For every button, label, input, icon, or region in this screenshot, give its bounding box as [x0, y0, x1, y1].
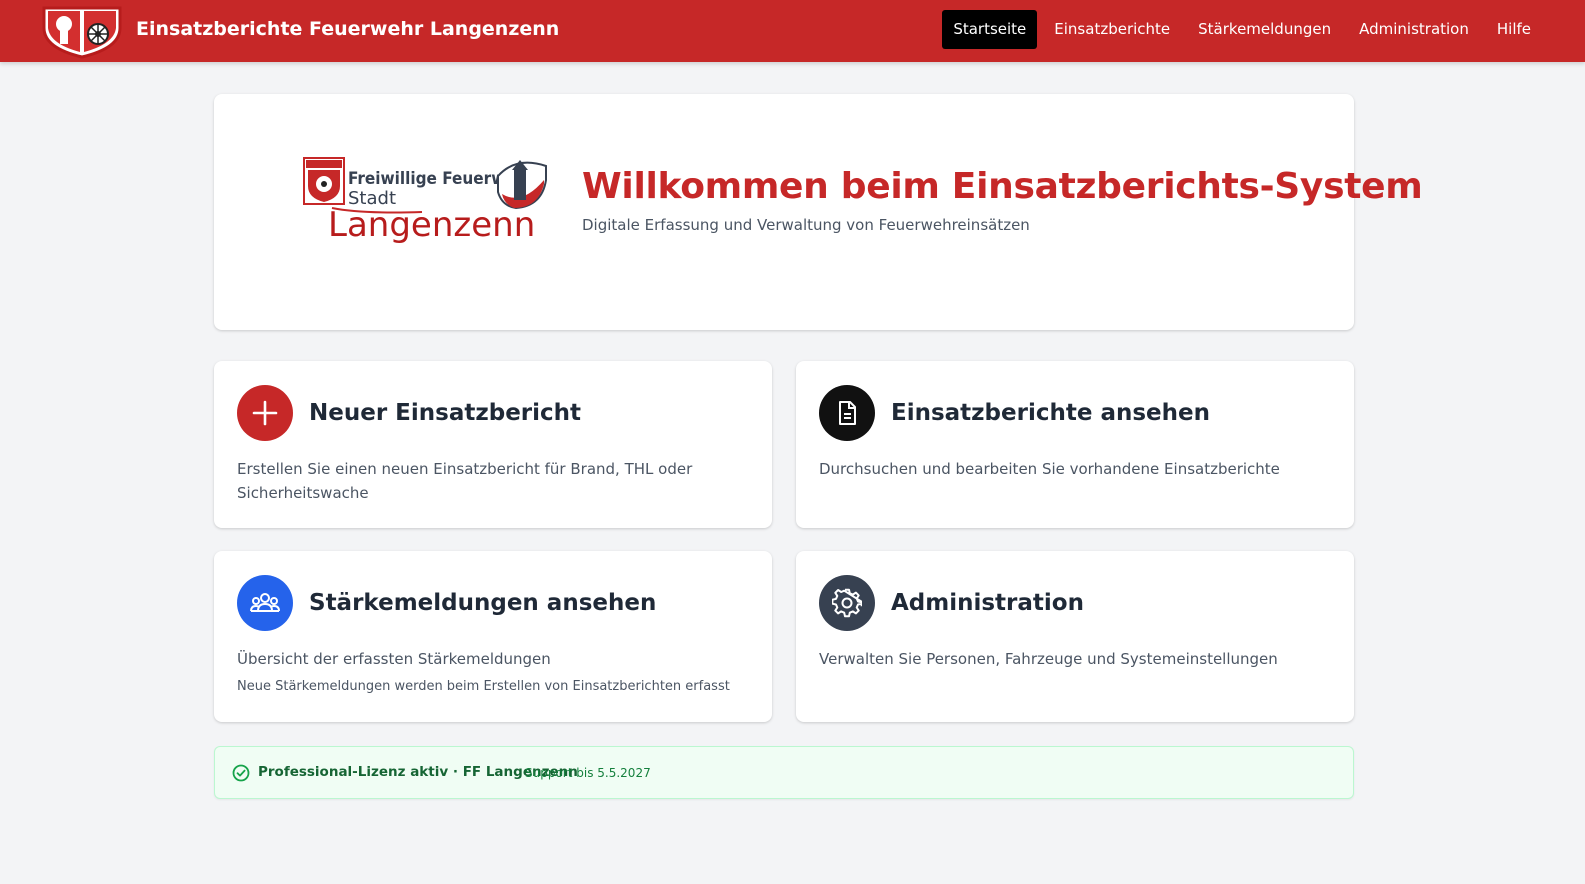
fire-department-logo: Freiwillige Feuerwehr Stadt Langenzenn [303, 157, 547, 245]
nav-staerkemeldungen[interactable]: Stärkemeldungen [1184, 10, 1345, 49]
tile-description: Verwalten Sie Personen, Fahrzeuge und Sy… [819, 650, 1278, 668]
license-support: Support bis 5.5.2027 [525, 766, 651, 780]
top-navbar: Einsatzberichte Feuerwehr Langenzenn Sta… [0, 0, 1585, 62]
license-banner: Professional-Lizenz aktiv · FF Langenzen… [214, 746, 1354, 799]
nav-startseite[interactable]: Startseite [942, 10, 1038, 49]
gear-icon [819, 575, 875, 631]
tile-view-reports[interactable]: Einsatzberichte ansehen Durchsuchen und … [796, 361, 1354, 528]
tile-title: Stärkemeldungen ansehen [309, 590, 657, 616]
welcome-card: Freiwillige Feuerwehr Stadt Langenzenn W… [214, 94, 1423, 330]
tile-title: Administration [891, 590, 1084, 616]
tile-title: Neuer Einsatzbericht [309, 400, 582, 426]
nav-hilfe[interactable]: Hilfe [1483, 10, 1545, 49]
brand-title[interactable]: Einsatzberichte Feuerwehr Langenzenn [136, 18, 559, 40]
users-icon [237, 575, 293, 631]
tile-new-report[interactable]: Neuer Einsatzbericht Erstellen Sie einen… [214, 361, 772, 528]
check-circle-icon [232, 764, 250, 782]
main-nav: Startseite Einsatzberichte Stärkemeldung… [942, 10, 1545, 49]
document-icon [819, 385, 875, 441]
page-subtitle: Digitale Erfassung und Verwaltung von Fe… [582, 216, 1030, 234]
page-title: Willkommen beim Einsatzberichts-System [582, 166, 1423, 207]
nav-administration[interactable]: Administration [1345, 10, 1483, 49]
tile-strength-reports[interactable]: Stärkemeldungen ansehen Übersicht der er… [214, 551, 772, 722]
plus-icon [237, 385, 293, 441]
brand-logo[interactable] [40, 2, 124, 59]
tile-administration[interactable]: Administration Verwalten Sie Personen, F… [796, 551, 1354, 722]
nav-einsatzberichte[interactable]: Einsatzberichte [1040, 10, 1184, 49]
tile-description: Übersicht der erfassten Stärkemeldungen [237, 650, 551, 668]
svg-text:Langenzenn: Langenzenn [328, 205, 535, 245]
tile-description: Durchsuchen und bearbeiten Sie vorhanden… [819, 460, 1280, 478]
tile-title: Einsatzberichte ansehen [891, 400, 1210, 426]
tile-description: Erstellen Sie einen neuen Einsatzbericht… [237, 460, 693, 502]
tile-note: Neue Stärkemeldungen werden beim Erstell… [237, 679, 730, 694]
